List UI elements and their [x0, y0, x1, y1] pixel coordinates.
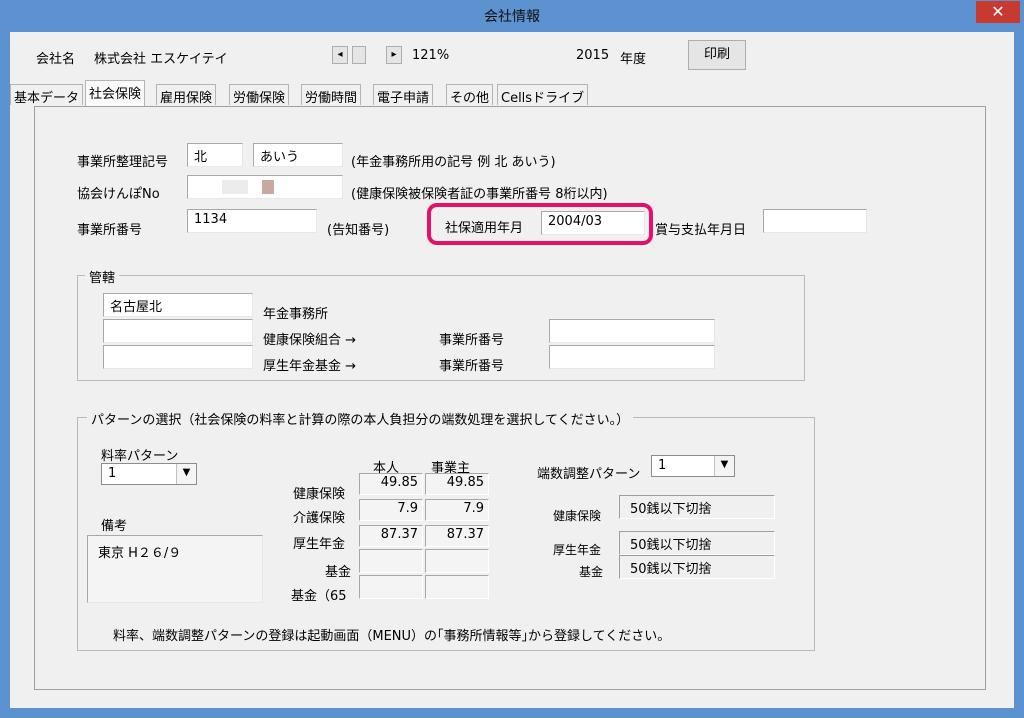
- health-union-input[interactable]: [103, 319, 253, 343]
- rounding-row-label: 厚生年金: [553, 543, 602, 557]
- tab-labor-insurance[interactable]: 労働保険: [229, 84, 290, 106]
- kyokai-kenpo-hint: (健康保険被保険者証の事業所番号 8桁以内): [351, 187, 608, 202]
- rate-row-label: 厚生年金: [293, 537, 346, 552]
- rate-self-cell[interactable]: 49.85: [359, 473, 423, 495]
- masked-value-block: [222, 180, 248, 194]
- office-code-label: 事業所整理記号: [77, 155, 169, 170]
- title-bar[interactable]: 会社情報 ✕: [0, 0, 1024, 32]
- rate-row-label: 介護保険: [293, 511, 346, 526]
- bonus-date-input[interactable]: [763, 209, 867, 233]
- rate-employer-cell[interactable]: [425, 549, 489, 573]
- chevron-down-icon[interactable]: ▼: [176, 464, 196, 484]
- rounding-pattern-value: 1: [658, 458, 667, 473]
- office-number-hint: (告知番号): [327, 223, 390, 238]
- tab-working-hours[interactable]: 労働時間: [301, 84, 362, 106]
- office-number-input[interactable]: 1134: [187, 209, 317, 233]
- health-union-office-number-input[interactable]: [549, 319, 715, 343]
- print-button[interactable]: 印刷: [688, 40, 746, 70]
- rate-self-cell[interactable]: [359, 549, 423, 573]
- rounding-row-label: 健康保険: [553, 509, 602, 523]
- rounding-pattern-select[interactable]: 1 ▼: [651, 455, 735, 477]
- client-area: 会社名 株式会社 エスケイテイ ◂ ▸ 121% 2015 年度 印刷 基本デー…: [10, 32, 1014, 708]
- rounding-value: 50銭以下切捨: [619, 531, 775, 555]
- pattern-legend: パターンの選択（社会保険の料率と計算の際の本人負担分の端数処理を選択してください…: [87, 409, 634, 428]
- close-button[interactable]: ✕: [976, 1, 1020, 23]
- health-union-label: 健康保険組合 →: [263, 333, 357, 348]
- company-name: 株式会社 エスケイテイ: [94, 52, 228, 67]
- remarks-textarea[interactable]: 東京 H２６/９: [87, 535, 263, 603]
- company-label: 会社名: [36, 52, 76, 67]
- rate-self-cell[interactable]: 7.9: [359, 499, 423, 521]
- pension-office-input[interactable]: 名古屋北: [103, 293, 253, 317]
- rate-employer-cell[interactable]: 49.85: [425, 473, 489, 495]
- tab-page-social-insurance: 事業所整理記号 北 あいう (年金事務所用の記号 例 北 あいう) 協会けんぽN…: [34, 106, 986, 690]
- nav-prev-button[interactable]: ◂: [332, 46, 348, 64]
- rate-self-cell[interactable]: 87.37: [359, 525, 423, 547]
- rate-self-cell[interactable]: [359, 575, 423, 599]
- tab-cells-drive[interactable]: Cellsドライブ: [497, 84, 589, 106]
- tab-other[interactable]: その他: [446, 84, 494, 106]
- apply-year-month-label: 社保適用年月: [445, 221, 524, 236]
- apply-year-month-input[interactable]: 2004/03: [541, 211, 645, 235]
- office-code-2-input[interactable]: あいう: [253, 143, 343, 167]
- rate-row-label: 基金（65: [291, 589, 347, 604]
- bonus-date-label: 賞与支払年月日: [655, 223, 747, 238]
- jurisdiction-legend: 管轄: [85, 267, 120, 286]
- rate-row-label: 健康保険: [293, 487, 346, 502]
- nav-next-button[interactable]: ▸: [386, 46, 402, 64]
- rate-pattern-label: 料率パターン: [101, 449, 179, 464]
- rounding-value: 50銭以下切捨: [619, 495, 775, 519]
- rate-employer-cell[interactable]: 7.9: [425, 499, 489, 521]
- pension-fund-input[interactable]: [103, 345, 253, 369]
- rate-employer-cell[interactable]: 87.37: [425, 525, 489, 547]
- tab-e-application[interactable]: 電子申請: [373, 84, 434, 106]
- pension-office-label: 年金事務所: [263, 307, 329, 322]
- zoom-level: 121%: [412, 48, 450, 63]
- window-title: 会社情報: [484, 9, 540, 25]
- pension-fund-office-number-input[interactable]: [549, 345, 715, 369]
- remarks-label: 備考: [101, 519, 128, 534]
- rate-pattern-value: 1: [108, 466, 117, 481]
- fiscal-year-label: 年度: [620, 52, 647, 67]
- chevron-down-icon[interactable]: ▼: [714, 456, 734, 476]
- tab-social-insurance[interactable]: 社会保険: [85, 80, 146, 106]
- rounding-value: 50銭以下切捨: [619, 555, 775, 579]
- office-number-label: 事業所番号: [77, 223, 143, 238]
- footnote: 料率、端数調整パターンの登録は起動画面（MENU）の｢事務所情報等｣から登録して…: [113, 629, 671, 644]
- rate-employer-cell[interactable]: [425, 575, 489, 599]
- rounding-pattern-label: 端数調整パターン: [537, 467, 641, 482]
- health-union-office-number-label: 事業所番号: [439, 333, 505, 348]
- tab-employment-insurance[interactable]: 雇用保険: [156, 84, 217, 106]
- kyokai-kenpo-label: 協会けんぽNo: [77, 187, 160, 202]
- pension-fund-label: 厚生年金基金 →: [263, 359, 357, 374]
- office-code-1-input[interactable]: 北: [187, 143, 243, 167]
- scroll-thumb[interactable]: [352, 46, 366, 64]
- rate-row-label: 基金: [325, 565, 352, 580]
- fiscal-year: 2015: [576, 48, 610, 63]
- rate-pattern-select[interactable]: 1 ▼: [101, 463, 197, 485]
- app-window: 会社情報 ✕ 会社名 株式会社 エスケイテイ ◂ ▸ 121% 2015 年度 …: [0, 0, 1024, 718]
- rounding-row-label: 基金: [579, 565, 604, 579]
- tab-basic-data[interactable]: 基本データ: [10, 84, 84, 106]
- masked-value-block: [262, 180, 274, 194]
- office-code-hint: (年金事務所用の記号 例 北 あいう): [351, 155, 556, 170]
- pension-fund-office-number-label: 事業所番号: [439, 359, 505, 374]
- kyokai-kenpo-input[interactable]: [187, 175, 343, 199]
